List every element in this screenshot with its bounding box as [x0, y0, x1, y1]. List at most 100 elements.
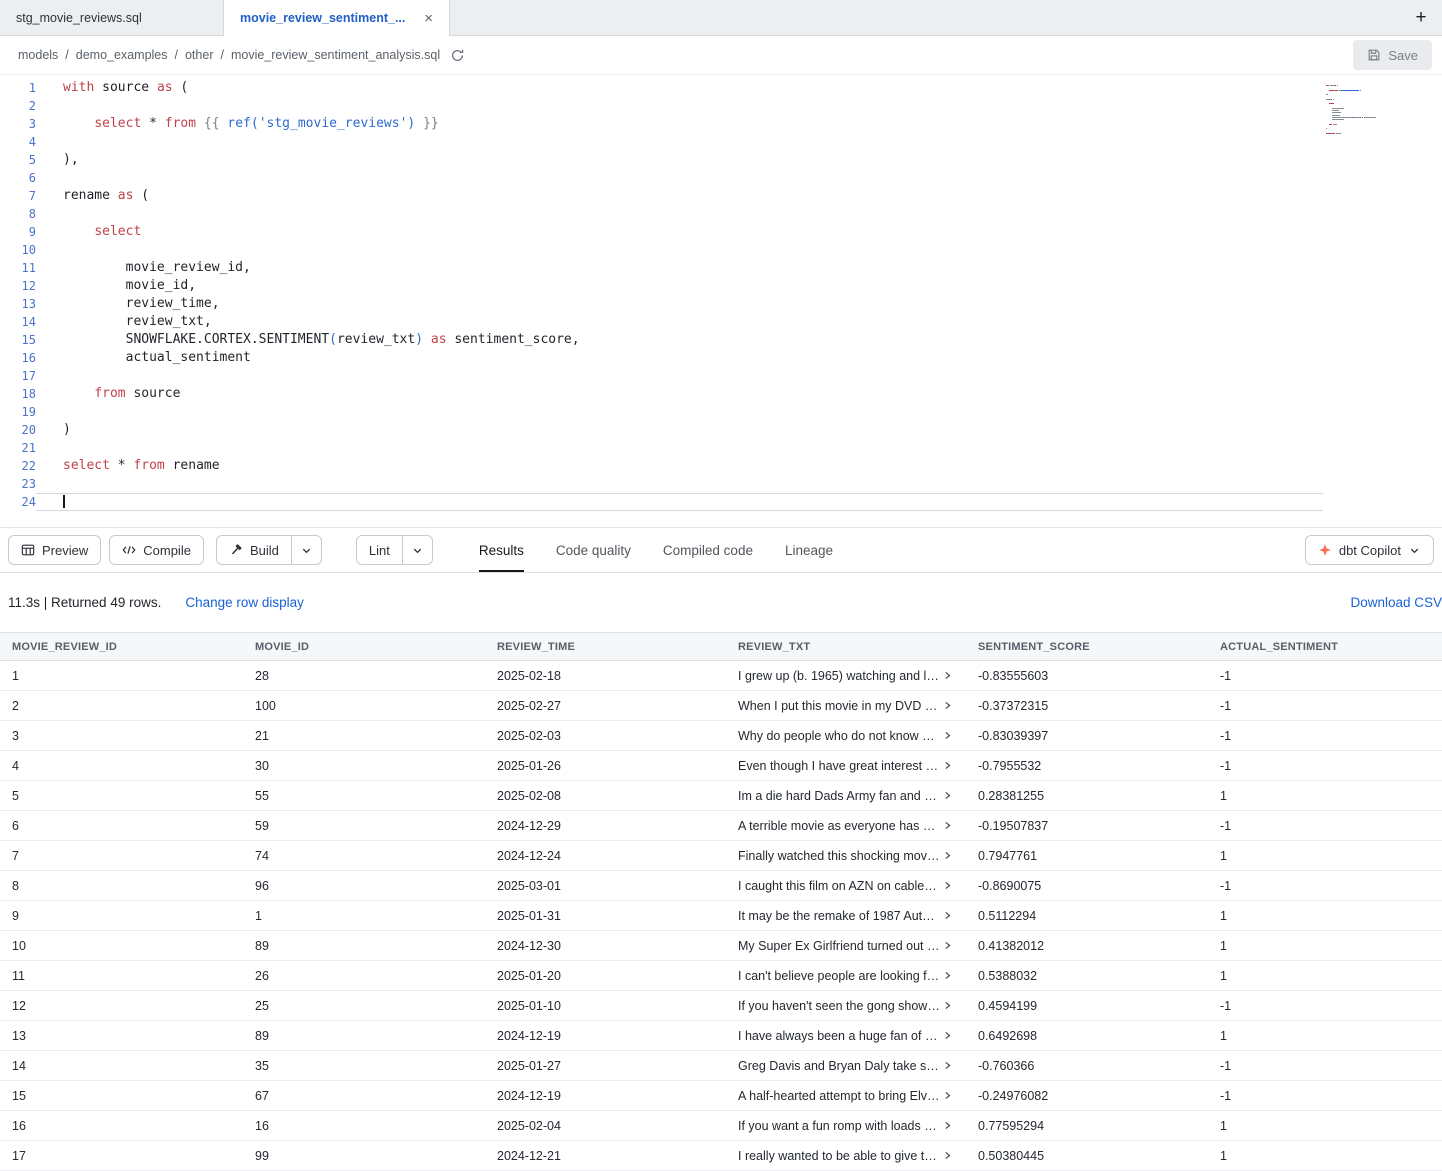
code-line[interactable]: 13 review_time, — [0, 295, 1442, 313]
table-row: 21002025-02-27When I put this movie in m… — [0, 691, 1442, 721]
code-line[interactable]: 21 — [0, 439, 1442, 457]
review-txt-cell: It may be the remake of 1987 Autumn'… — [726, 909, 966, 923]
save-button[interactable]: Save — [1353, 40, 1432, 70]
column-header-movie-id[interactable]: MOVIE_ID — [243, 641, 485, 653]
line-number: 16 — [0, 349, 36, 367]
table-cell: 2025-02-27 — [485, 699, 726, 713]
build-dropdown-button[interactable] — [292, 535, 322, 565]
expand-review-icon[interactable] — [942, 850, 953, 861]
table-cell: -0.83039397 — [966, 729, 1208, 743]
column-header-review-txt[interactable]: REVIEW_TXT — [726, 641, 966, 653]
code-line[interactable]: 22select * from rename — [0, 457, 1442, 475]
table-cell: 96 — [243, 879, 485, 893]
code-line[interactable]: 11 movie_review_id, — [0, 259, 1442, 277]
expand-review-icon[interactable] — [942, 910, 953, 921]
close-icon[interactable]: × — [424, 11, 433, 26]
table-cell: 89 — [243, 1029, 485, 1043]
code-line[interactable]: 2 — [0, 97, 1442, 115]
code-line[interactable]: 19 — [0, 403, 1442, 421]
expand-review-icon[interactable] — [942, 700, 953, 711]
result-tab-results[interactable]: Results — [479, 528, 524, 572]
column-header-movie-review-id[interactable]: MOVIE_REVIEW_ID — [0, 641, 243, 653]
code-line[interactable]: 6 — [0, 169, 1442, 187]
results-status-bar: 11.3s | Returned 49 rows. Change row dis… — [0, 573, 1442, 632]
breadcrumb-models[interactable]: models — [18, 48, 58, 62]
code-line[interactable]: 23 — [0, 475, 1442, 493]
table-cell: -1 — [1208, 999, 1442, 1013]
expand-review-icon[interactable] — [942, 820, 953, 831]
download-csv-link[interactable]: Download CSV — [1350, 595, 1442, 610]
table-cell: 25 — [243, 999, 485, 1013]
column-header-review-time[interactable]: REVIEW_TIME — [485, 641, 726, 653]
code-line[interactable]: 1with source as ( — [0, 79, 1442, 97]
code-line[interactable]: 3 select * from {{ ref('stg_movie_review… — [0, 115, 1442, 133]
breadcrumb-other[interactable]: other — [185, 48, 214, 62]
result-tab-lineage[interactable]: Lineage — [785, 528, 833, 572]
review-text: If you want a fun romp with loads of s… — [738, 1119, 940, 1133]
breadcrumb: models / demo_examples / other / movie_r… — [0, 36, 1442, 75]
code-line[interactable]: 15 SNOWFLAKE.CORTEX.SENTIMENT(review_txt… — [0, 331, 1442, 349]
code-line[interactable]: 14 review_txt, — [0, 313, 1442, 331]
new-tab-button[interactable]: + — [1400, 0, 1442, 35]
result-tab-compiled-code[interactable]: Compiled code — [663, 528, 753, 572]
save-icon — [1367, 48, 1381, 62]
expand-review-icon[interactable] — [942, 1000, 953, 1011]
code-line[interactable]: 8 — [0, 205, 1442, 223]
expand-review-icon[interactable] — [942, 670, 953, 681]
expand-review-icon[interactable] — [942, 1090, 953, 1101]
expand-review-icon[interactable] — [942, 730, 953, 741]
code-line[interactable]: 4 — [0, 133, 1442, 151]
code-line[interactable]: 16 actual_sentiment — [0, 349, 1442, 367]
lint-dropdown-button[interactable] — [403, 535, 433, 565]
tab-stg-movie-reviews[interactable]: stg_movie_reviews.sql — [0, 0, 223, 35]
change-row-display-link[interactable]: Change row display — [185, 595, 304, 610]
table-cell: 74 — [243, 849, 485, 863]
expand-review-icon[interactable] — [942, 940, 953, 951]
column-header-actual-sentiment[interactable]: ACTUAL_SENTIMENT — [1208, 641, 1442, 653]
expand-review-icon[interactable] — [942, 1120, 953, 1131]
column-header-sentiment-score[interactable]: SENTIMENT_SCORE — [966, 641, 1208, 653]
result-tab-code-quality[interactable]: Code quality — [556, 528, 631, 572]
expand-review-icon[interactable] — [942, 880, 953, 891]
expand-review-icon[interactable] — [942, 1060, 953, 1071]
breadcrumb-demo-examples[interactable]: demo_examples — [76, 48, 168, 62]
lint-button[interactable]: Lint — [356, 535, 403, 565]
line-number: 14 — [0, 313, 36, 331]
line-number: 3 — [0, 115, 36, 133]
editor-minimap[interactable] — [1326, 85, 1398, 140]
table-cell: 2025-01-27 — [485, 1059, 726, 1073]
code-editor[interactable]: 1with source as (23 select * from {{ ref… — [0, 75, 1442, 527]
code-line[interactable]: 17 — [0, 367, 1442, 385]
line-content: SNOWFLAKE.CORTEX.SENTIMENT(review_txt) a… — [36, 331, 1323, 349]
code-line[interactable]: 12 movie_id, — [0, 277, 1442, 295]
tab-movie-review-sentiment[interactable]: movie_review_sentiment_... × — [223, 0, 450, 36]
compile-button[interactable]: Compile — [109, 535, 204, 565]
code-line[interactable]: 20) — [0, 421, 1442, 439]
table-cell: 1 — [0, 669, 243, 683]
table-cell: 0.4594199 — [966, 999, 1208, 1013]
code-line[interactable]: 24 — [0, 493, 1442, 511]
expand-review-icon[interactable] — [942, 1150, 953, 1161]
table-cell: 35 — [243, 1059, 485, 1073]
table-cell: 14 — [0, 1059, 243, 1073]
code-line[interactable]: 7rename as ( — [0, 187, 1442, 205]
lint-button-label: Lint — [369, 543, 390, 558]
table-cell: 7 — [0, 849, 243, 863]
table-row: 912025-01-31It may be the remake of 1987… — [0, 901, 1442, 931]
code-line[interactable]: 9 select — [0, 223, 1442, 241]
dbt-copilot-button[interactable]: dbt Copilot — [1305, 535, 1434, 565]
code-line[interactable]: 5), — [0, 151, 1442, 169]
expand-review-icon[interactable] — [942, 790, 953, 801]
expand-review-icon[interactable] — [942, 970, 953, 981]
code-line[interactable]: 18 from source — [0, 385, 1442, 403]
code-line[interactable]: 10 — [0, 241, 1442, 259]
line-content — [36, 403, 1323, 421]
build-button[interactable]: Build — [216, 535, 292, 565]
expand-review-icon[interactable] — [942, 760, 953, 771]
preview-button[interactable]: Preview — [8, 535, 101, 565]
expand-review-icon[interactable] — [942, 1030, 953, 1041]
refresh-circle-icon[interactable] — [450, 48, 465, 63]
line-content: with source as ( — [36, 79, 1323, 97]
review-txt-cell: I caught this film on AZN on cable. It s… — [726, 879, 966, 893]
table-cell: -1 — [1208, 1089, 1442, 1103]
